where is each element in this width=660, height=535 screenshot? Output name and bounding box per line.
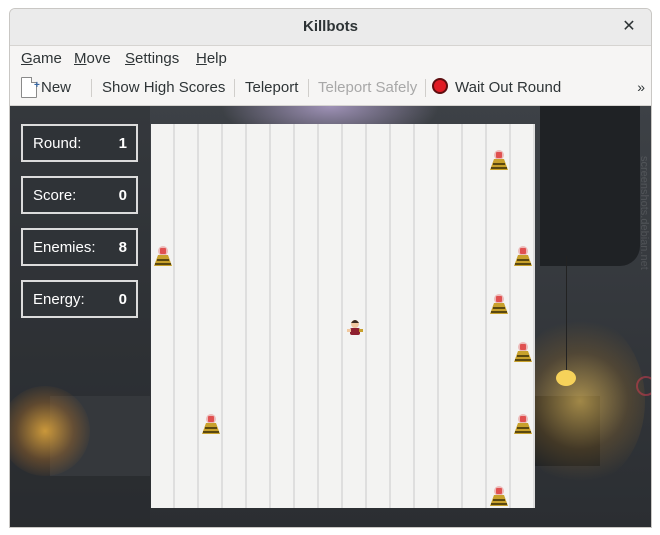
round-label: Round: <box>33 135 82 152</box>
menu-bar: Game Move Settings Help <box>10 46 651 71</box>
title-bar: Killbots ✕ <box>10 9 651 46</box>
show-high-scores-button[interactable]: Show High Scores <box>102 79 225 96</box>
hero-player <box>343 316 367 340</box>
killbot-robot <box>511 340 535 364</box>
watermark-logo-icon <box>636 376 651 396</box>
killbots-window: Killbots ✕ Game Move Settings Help + New… <box>9 8 652 528</box>
hanging-lamp <box>556 370 576 386</box>
menu-settings[interactable]: Settings <box>125 50 179 67</box>
wait-out-round-button[interactable]: Wait Out Round <box>455 79 561 96</box>
round-panel: Round: 1 <box>21 124 138 162</box>
score-value: 0 <box>118 187 127 204</box>
enemies-value: 8 <box>118 239 127 256</box>
lamp-cord <box>566 256 567 371</box>
killbot-robot <box>511 244 535 268</box>
energy-value: 0 <box>118 291 127 308</box>
energy-label: Energy: <box>33 291 85 308</box>
killbot-robot <box>151 244 175 268</box>
game-scene: screenshots.debian.net Round: 1 Score: 0… <box>10 106 651 527</box>
teleport-safely-button[interactable]: Teleport Safely <box>318 79 417 96</box>
killbot-robot <box>487 292 511 316</box>
toolbar-separator <box>425 79 426 97</box>
enemies-label: Enemies: <box>33 239 96 256</box>
killbot-robot <box>199 412 223 436</box>
menu-game[interactable]: Game <box>21 50 62 67</box>
killbot-robot <box>487 148 511 172</box>
menu-help[interactable]: Help <box>196 50 227 67</box>
game-board[interactable] <box>151 124 535 508</box>
background-pipe <box>540 106 640 266</box>
close-icon[interactable]: ✕ <box>619 17 639 37</box>
toolbar-separator <box>308 79 309 97</box>
window-title: Killbots <box>303 18 358 35</box>
toolbar: + New Show High Scores Teleport Teleport… <box>10 71 651 106</box>
score-panel: Score: 0 <box>21 176 138 214</box>
toolbar-separator <box>91 79 92 97</box>
menu-move[interactable]: Move <box>74 50 111 67</box>
killbot-robot <box>511 412 535 436</box>
plus-icon: + <box>34 80 40 91</box>
enemies-panel: Enemies: 8 <box>21 228 138 266</box>
score-label: Score: <box>33 187 77 204</box>
toolbar-overflow-icon[interactable]: » <box>637 79 645 95</box>
teleport-button[interactable]: Teleport <box>245 79 298 96</box>
toolbar-separator <box>234 79 235 97</box>
stop-icon <box>432 78 448 94</box>
new-button[interactable]: New <box>41 79 71 96</box>
round-value: 1 <box>118 135 127 152</box>
watermark-text: screenshots.debian.net <box>638 156 650 270</box>
killbot-robot <box>487 484 511 508</box>
energy-panel: Energy: 0 <box>21 280 138 318</box>
